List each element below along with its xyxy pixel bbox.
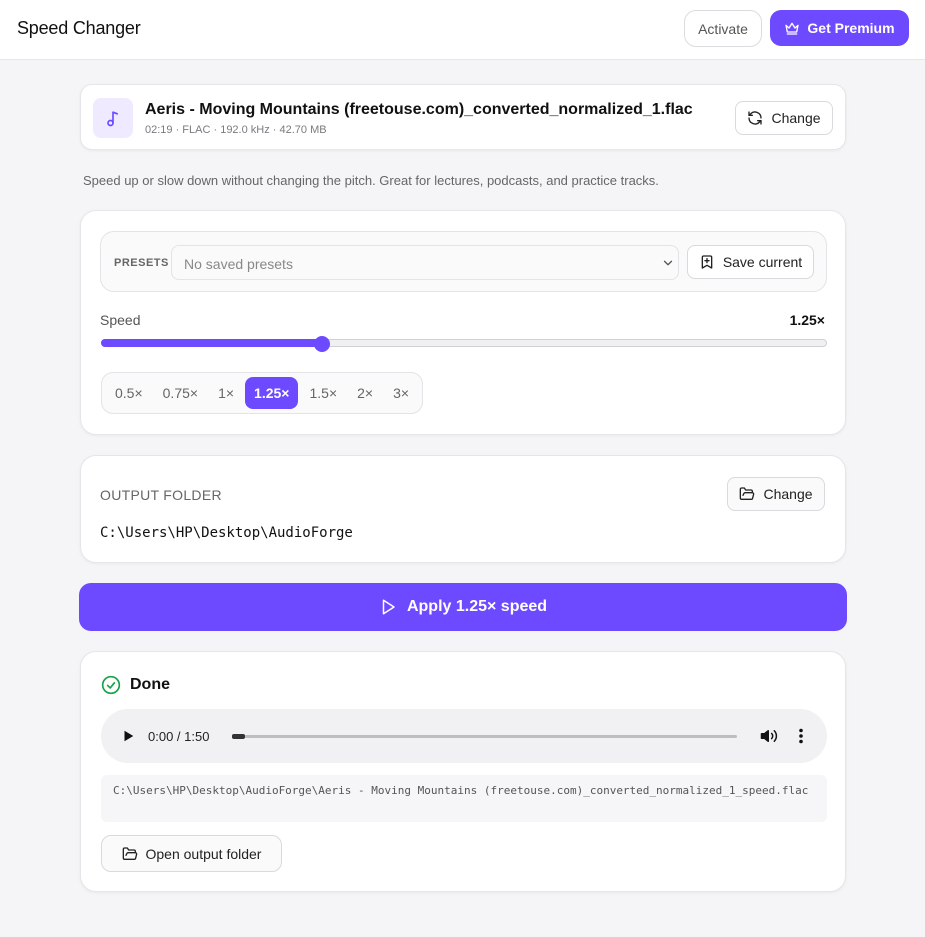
refresh-icon [747, 110, 763, 126]
speed-option[interactable]: 2× [348, 377, 382, 409]
output-folder-path: C:\Users\HP\Desktop\AudioForge [100, 525, 353, 541]
presets-select[interactable]: No saved presets [171, 245, 679, 280]
description-text: Speed up or slow down without changing t… [83, 173, 659, 188]
play-icon [379, 598, 397, 616]
result-file-path: C:\Users\HP\Desktop\AudioForge\Aeris - M… [113, 784, 809, 797]
app-title: Speed Changer [17, 18, 141, 38]
speed-option[interactable]: 1.5× [300, 377, 346, 409]
result-path-box: C:\Users\HP\Desktop\AudioForge\Aeris - M… [101, 775, 827, 822]
done-status: Done [101, 675, 170, 695]
file-meta: 02:19 · FLAC · 192.0 kHz · 42.70 MB [145, 124, 327, 136]
get-premium-button[interactable]: Get Premium [770, 10, 909, 46]
audio-player: 0:00 / 1:50 [101, 709, 827, 763]
player-time: 0:00 / 1:50 [148, 729, 210, 744]
speed-value: 1.25× [789, 312, 825, 328]
change-output-folder-label: Change [763, 486, 813, 502]
crown-icon [784, 20, 800, 36]
save-current-label: Save current [722, 254, 803, 270]
change-output-folder-button[interactable]: Change [727, 477, 825, 511]
get-premium-label: Get Premium [807, 20, 895, 36]
player-progress-bar[interactable] [232, 734, 737, 739]
save-current-button[interactable]: Save current [687, 245, 814, 279]
change-file-label: Change [771, 110, 821, 126]
file-name: Aeris - Moving Mountains (freetouse.com)… [145, 101, 693, 118]
music-note-icon [93, 98, 133, 138]
open-output-folder-label: Open output folder [145, 845, 262, 862]
speed-option[interactable]: 1× [209, 377, 243, 409]
speed-slider-thumb[interactable] [314, 336, 331, 352]
presets-label: PRESETS [114, 257, 169, 269]
speed-option[interactable]: 1.25× [245, 377, 299, 409]
done-label: Done [130, 676, 170, 693]
folder-open-icon [122, 846, 138, 862]
apply-speed-label: Apply 1.25× speed [406, 598, 548, 615]
speed-option[interactable]: 3× [384, 377, 418, 409]
more-options-icon[interactable] [797, 728, 805, 744]
open-output-folder-button[interactable]: Open output folder [101, 835, 282, 872]
presets-selected-value: No saved presets [184, 256, 293, 272]
speed-slider[interactable] [101, 336, 827, 352]
change-file-button[interactable]: Change [735, 101, 833, 135]
top-bar: Speed Changer Activate Get Premium [0, 0, 925, 60]
result-card: Done 0:00 / 1:50 C:\Users\HP\Desktop\Aud… [80, 651, 846, 892]
speed-label: Speed [100, 312, 141, 328]
speed-options: 0.5× 0.75× 1× 1.25× 1.5× 2× 3× [101, 372, 424, 414]
bookmark-plus-icon [699, 254, 715, 270]
folder-open-icon [739, 486, 755, 502]
apply-speed-button[interactable]: Apply 1.25× speed [79, 583, 847, 631]
activate-button[interactable]: Activate [684, 10, 762, 47]
check-circle-icon [101, 675, 121, 695]
speed-option[interactable]: 0.75× [154, 377, 207, 409]
player-play-button[interactable] [121, 729, 135, 743]
chevron-down-icon [661, 256, 675, 270]
volume-icon[interactable] [760, 727, 778, 745]
player-progress-thumb [232, 734, 245, 739]
output-folder-card: OUTPUT FOLDER Change C:\Users\HP\Desktop… [80, 455, 846, 563]
presets-panel: PRESETS No saved presets Save current [100, 231, 827, 292]
speed-option[interactable]: 0.5× [106, 377, 152, 409]
speed-slider-fill [101, 339, 322, 347]
speed-card: PRESETS No saved presets Save current Sp… [80, 210, 846, 435]
file-card: Aeris - Moving Mountains (freetouse.com)… [80, 84, 846, 150]
output-folder-label: OUTPUT FOLDER [100, 487, 222, 503]
